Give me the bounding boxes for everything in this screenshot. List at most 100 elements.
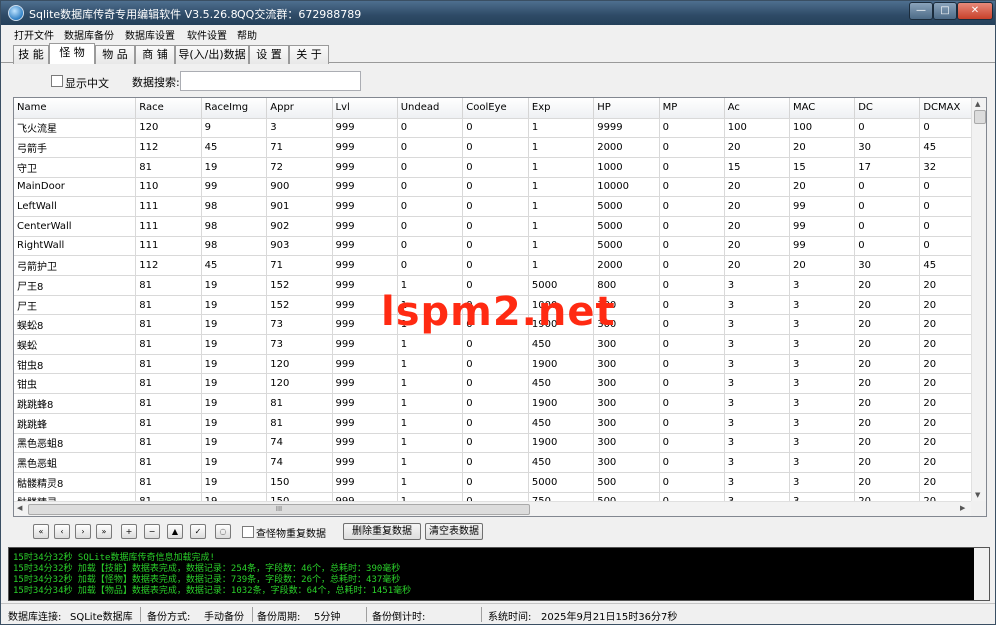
table-cell[interactable]: 3 — [789, 354, 856, 375]
table-row[interactable]: 弓箭手 112 45 71 999 0 0 1 2000 0 20 20 30 45 — [14, 137, 986, 158]
table-cell[interactable]: 81 — [135, 157, 202, 178]
table-cell[interactable]: 999 — [332, 137, 398, 158]
table-cell[interactable]: 3 — [724, 452, 790, 473]
table-cell[interactable]: 1 — [528, 118, 595, 139]
table-cell[interactable]: 3 — [789, 275, 856, 296]
table-cell[interactable]: 99 — [789, 196, 856, 217]
table-cell[interactable]: 500 — [593, 472, 660, 493]
table-cell[interactable]: 3 — [724, 393, 790, 414]
column-header[interactable]: CoolEye — [462, 98, 529, 119]
table-cell[interactable]: 19 — [201, 452, 268, 473]
table-cell[interactable]: 999 — [332, 433, 398, 454]
table-cell[interactable]: 0 — [462, 236, 529, 257]
table-cell[interactable]: 81 — [135, 393, 202, 414]
table-cell[interactable]: 尸王 — [14, 295, 137, 316]
table-cell[interactable]: 20 — [854, 373, 921, 395]
table-cell[interactable]: 300 — [593, 452, 660, 473]
table-cell[interactable]: 0 — [659, 177, 725, 198]
table-cell[interactable]: 98 — [201, 216, 268, 237]
table-row[interactable]: 蜈蚣 81 19 73 999 1 0 450 300 0 3 3 20 20 — [14, 334, 986, 355]
table-cell[interactable]: 1 — [528, 137, 595, 158]
table-cell[interactable]: 20 — [854, 393, 921, 414]
table-cell[interactable]: 81 — [135, 413, 202, 434]
table-cell[interactable]: 19 — [201, 314, 268, 336]
table-row[interactable]: 钳虫 81 19 120 999 1 0 450 300 0 3 3 20 20 — [14, 373, 986, 395]
table-cell[interactable]: 99 — [789, 236, 856, 257]
table-cell[interactable]: 0 — [397, 216, 464, 237]
table-cell[interactable]: 0 — [397, 118, 464, 139]
table-cell[interactable]: 300 — [593, 334, 660, 355]
table-cell[interactable]: 0 — [397, 255, 464, 276]
table-cell[interactable]: 71 — [266, 255, 333, 276]
table-cell[interactable]: 902 — [266, 216, 333, 237]
table-cell[interactable]: 999 — [332, 255, 398, 276]
vertical-scrollbar[interactable]: ▲ ▼ — [971, 98, 986, 502]
refresh-button[interactable]: ◌ — [215, 524, 231, 539]
table-cell[interactable]: 300 — [593, 433, 660, 454]
table-cell[interactable]: 81 — [135, 452, 202, 473]
table-cell[interactable]: 0 — [659, 472, 725, 493]
table-row[interactable]: 守卫 81 19 72 999 0 0 1 1000 0 15 15 17 32 — [14, 157, 986, 178]
table-cell[interactable]: 钳虫 — [14, 373, 137, 395]
column-header[interactable]: Appr — [266, 98, 333, 119]
table-cell[interactable]: 20 — [789, 177, 856, 198]
table-cell[interactable]: 3 — [266, 118, 333, 139]
table-cell[interactable]: 112 — [135, 137, 202, 158]
table-cell[interactable]: 15 — [789, 157, 856, 178]
table-cell[interactable]: 999 — [332, 177, 398, 198]
table-cell[interactable]: 999 — [332, 334, 398, 355]
table-cell[interactable]: 1 — [397, 452, 464, 473]
table-cell[interactable]: 999 — [332, 393, 398, 414]
scroll-left-arrow-icon[interactable]: ◀ — [17, 504, 22, 512]
table-cell[interactable]: 5000 — [593, 196, 660, 217]
table-cell[interactable]: 99 — [201, 177, 268, 198]
table-cell[interactable]: 20 — [854, 314, 921, 336]
table-cell[interactable]: 1 — [397, 393, 464, 414]
table-row[interactable]: RightWall 111 98 903 999 0 0 1 5000 0 20 99 0 0 — [14, 236, 986, 257]
table-cell[interactable]: 81 — [135, 373, 202, 395]
table-row[interactable]: 黑色恶蛆 81 19 74 999 1 0 450 300 0 3 3 20 20 — [14, 452, 986, 473]
add-record-button[interactable]: + — [121, 524, 137, 539]
table-cell[interactable]: 2000 — [593, 137, 660, 158]
table-cell[interactable]: 0 — [659, 137, 725, 158]
table-cell[interactable]: 弓箭手 — [14, 137, 137, 158]
table-cell[interactable]: 1900 — [528, 393, 595, 414]
table-cell[interactable]: 74 — [266, 452, 333, 473]
table-cell[interactable]: 0 — [854, 118, 921, 139]
tab-settings[interactable]: 设 置 — [249, 45, 289, 64]
table-cell[interactable]: 71 — [266, 137, 333, 158]
table-row[interactable]: 跳跳蜂 81 19 81 999 1 0 450 300 0 3 3 20 20 — [14, 413, 986, 434]
table-cell[interactable]: 999 — [332, 354, 398, 375]
table-cell[interactable]: 0 — [462, 472, 529, 493]
table-cell[interactable]: 450 — [528, 452, 595, 473]
table-cell[interactable]: 120 — [135, 118, 202, 139]
table-cell[interactable]: RightWall — [14, 236, 137, 257]
table-cell[interactable]: 3 — [789, 452, 856, 473]
table-cell[interactable]: 0 — [462, 373, 529, 395]
edit-record-button[interactable]: ✓ — [190, 524, 206, 539]
scroll-down-arrow-icon[interactable]: ▼ — [975, 491, 980, 499]
table-cell[interactable]: 3 — [724, 373, 790, 395]
table-cell[interactable]: 81 — [135, 433, 202, 454]
table-cell[interactable]: 150 — [266, 472, 333, 493]
table-cell[interactable]: MainDoor — [14, 177, 137, 198]
table-cell[interactable]: 20 — [724, 137, 790, 158]
table-cell[interactable]: 0 — [659, 354, 725, 375]
show-chinese-checkbox[interactable] — [51, 75, 63, 87]
table-row[interactable]: CenterWall 111 98 902 999 0 0 1 5000 0 20 99 0 0 — [14, 216, 986, 237]
table-cell[interactable]: 0 — [397, 157, 464, 178]
table-cell[interactable]: 111 — [135, 236, 202, 257]
table-cell[interactable]: 999 — [332, 413, 398, 434]
table-cell[interactable]: 20 — [724, 236, 790, 257]
tab-import-export[interactable]: 导(入/出)数据 — [175, 45, 249, 64]
table-cell[interactable]: 999 — [332, 196, 398, 217]
table-row[interactable]: LeftWall 111 98 901 999 0 0 1 5000 0 20 99 0 0 — [14, 196, 986, 217]
table-cell[interactable]: 3 — [789, 373, 856, 395]
log-console[interactable]: 15时34分32秒 SQLite数据库传奇信息加载完成! 15时34分32秒 加… — [8, 547, 990, 601]
table-row[interactable]: 弓箭护卫 112 45 71 999 0 0 1 2000 0 20 20 30 45 — [14, 255, 986, 276]
column-header[interactable]: RaceImg — [201, 98, 268, 119]
table-cell[interactable]: 0 — [462, 196, 529, 217]
table-cell[interactable]: 98 — [201, 196, 268, 217]
table-cell[interactable]: 弓箭护卫 — [14, 255, 137, 276]
table-cell[interactable]: 1 — [397, 354, 464, 375]
